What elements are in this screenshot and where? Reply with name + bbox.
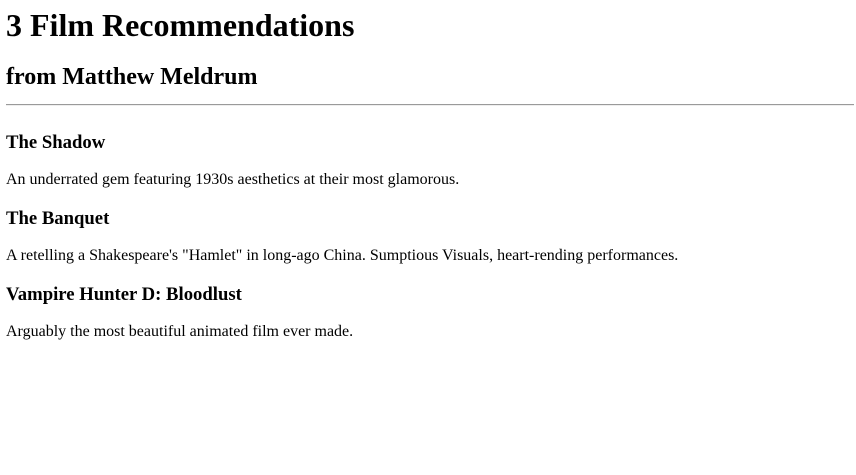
page-title: 3 Film Recommendations (6, 7, 355, 43)
page-subtitle: from Matthew Meldrum (6, 64, 258, 90)
film-item: The Shadow An underrated gem featuring 1… (6, 132, 846, 189)
film-item: The Banquet A retelling a Shakespeare's … (6, 208, 846, 265)
film-title: Vampire Hunter D: Bloodlust (6, 284, 242, 305)
film-description: An underrated gem featuring 1930s aesthe… (6, 171, 460, 188)
film-description: A retelling a Shakespeare's "Hamlet" in … (6, 247, 679, 264)
film-title: The Banquet (6, 208, 110, 229)
film-list: The Shadow An underrated gem featuring 1… (6, 132, 846, 341)
divider (6, 104, 854, 106)
film-item: Vampire Hunter D: Bloodlust Arguably the… (6, 284, 846, 341)
film-description: Arguably the most beautiful animated fil… (6, 323, 354, 340)
film-title: The Shadow (6, 132, 106, 153)
